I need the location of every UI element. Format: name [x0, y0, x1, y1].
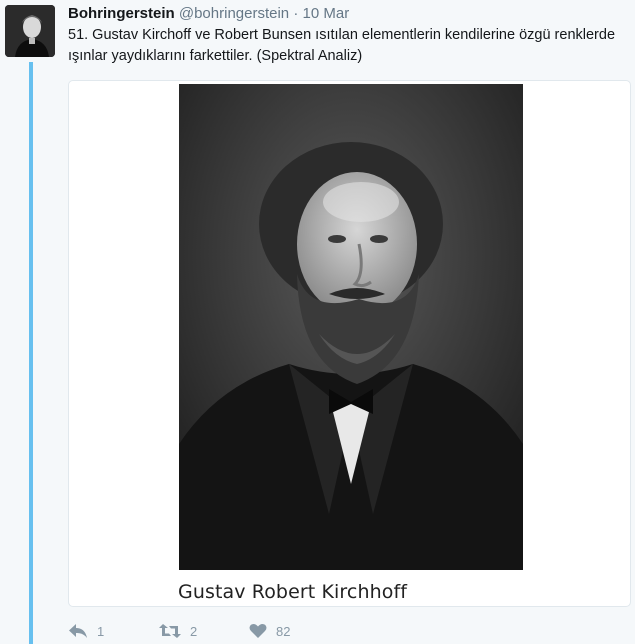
portrait-photo[interactable] [179, 84, 523, 570]
retweet-count: 2 [190, 623, 198, 639]
separator-dot: · [293, 5, 299, 22]
author-name[interactable]: Bohringerstein [68, 5, 175, 22]
tweet-header: Bohringerstein @bohringerstein · 10 Mar [68, 4, 629, 24]
author-handle[interactable]: @bohringerstein [179, 5, 289, 22]
media-card[interactable]: Gustav Robert Kirchhoff [68, 80, 631, 607]
reply-button[interactable]: 1 [68, 620, 104, 642]
thread-line [29, 62, 33, 644]
like-button[interactable]: 82 [249, 620, 290, 642]
avatar[interactable] [5, 5, 55, 57]
tweet-timestamp[interactable]: 10 Mar [303, 5, 350, 22]
retweet-button[interactable]: 2 [159, 620, 197, 642]
tweet-text: 51. Gustav Kirchoff ve Robert Bunsen ısı… [68, 27, 616, 64]
heart-icon [249, 623, 267, 638]
photo-caption: Gustav Robert Kirchhoff [178, 581, 408, 603]
tweet-actions: 1 2 82 [68, 620, 468, 642]
reply-icon [69, 624, 87, 638]
like-count: 82 [276, 623, 291, 639]
retweet-icon [159, 624, 181, 638]
avatar-portrait-image [5, 5, 55, 57]
reply-count: 1 [97, 623, 105, 639]
